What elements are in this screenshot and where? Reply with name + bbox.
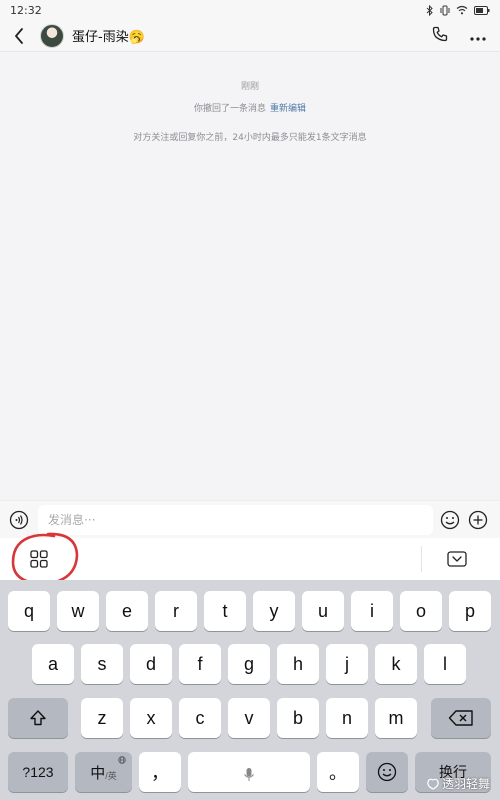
- avatar[interactable]: [40, 23, 64, 48]
- watermark-text: 透羽轻舞: [441, 777, 490, 791]
- key-o[interactable]: o: [400, 591, 442, 631]
- key-z[interactable]: z: [81, 698, 123, 738]
- plus-button[interactable]: [467, 509, 489, 531]
- smiley-icon: [377, 762, 397, 782]
- key-b[interactable]: b: [277, 698, 319, 738]
- key-y[interactable]: y: [253, 591, 295, 631]
- key-g[interactable]: g: [228, 644, 270, 684]
- key-l[interactable]: l: [424, 644, 466, 684]
- globe-icon: [118, 756, 126, 764]
- battery-icon: [474, 5, 490, 15]
- key-v[interactable]: v: [228, 698, 270, 738]
- chat-header: 蛋仔-雨染🥱: [0, 20, 500, 52]
- space-key[interactable]: [188, 752, 310, 792]
- shift-key[interactable]: [8, 698, 68, 738]
- message-limit-notice: 对方关注或回复你之前，24小时内最多只能发1条文字消息: [133, 133, 367, 143]
- numbers-key[interactable]: ?123: [8, 752, 68, 792]
- status-icons: [426, 4, 490, 16]
- recall-notice: 你撤回了一条消息 重新编辑: [0, 101, 500, 114]
- phone-icon: [432, 26, 448, 41]
- more-options-button[interactable]: [470, 26, 486, 45]
- voice-button[interactable]: [8, 509, 30, 531]
- message-timestamp: 刚刚: [240, 82, 259, 92]
- voice-icon: [9, 510, 29, 529]
- key-f[interactable]: f: [179, 644, 221, 684]
- keyboard-toolbar: [0, 538, 500, 580]
- message-input[interactable]: [38, 504, 433, 535]
- wifi-icon: [456, 5, 468, 15]
- status-bar: 12:32: [0, 0, 500, 20]
- key-q[interactable]: q: [8, 591, 50, 631]
- watermark: 透羽轻舞: [426, 775, 490, 792]
- language-switch-key[interactable]: 中/英: [75, 752, 132, 792]
- hide-keyboard-button[interactable]: [446, 548, 468, 570]
- key-w[interactable]: w: [57, 591, 99, 631]
- toolbar-divider: [421, 546, 422, 572]
- plus-icon: [468, 510, 488, 529]
- key-k[interactable]: k: [375, 644, 417, 684]
- period-key[interactable]: 。: [317, 752, 359, 792]
- key-i[interactable]: i: [351, 591, 393, 631]
- message-list: 刚刚 你撤回了一条消息 重新编辑 对方关注或回复你之前，24小时内最多只能发1条文…: [0, 52, 500, 500]
- call-button[interactable]: [432, 26, 448, 46]
- key-a[interactable]: a: [32, 644, 74, 684]
- input-bar: [0, 500, 500, 538]
- apps-grid-button[interactable]: [28, 548, 50, 570]
- chevron-left-icon: [15, 27, 23, 44]
- microphone-icon: [244, 768, 254, 781]
- key-t[interactable]: t: [204, 591, 246, 631]
- status-time: 12:32: [10, 3, 42, 17]
- shift-icon: [30, 710, 46, 726]
- backspace-key[interactable]: [431, 698, 491, 738]
- keyboard: q w e r t y u i o p a s d f g h j k l z …: [0, 580, 500, 800]
- key-x[interactable]: x: [130, 698, 172, 738]
- smiley-icon: [440, 510, 460, 529]
- lang-key-sub: /英: [105, 770, 117, 781]
- watermark-logo-icon: [427, 778, 439, 790]
- comma-key[interactable]: ，: [139, 752, 181, 792]
- keyboard-collapse-icon: [447, 551, 467, 567]
- key-s[interactable]: s: [81, 644, 123, 684]
- key-e[interactable]: e: [106, 591, 148, 631]
- key-r[interactable]: r: [155, 591, 197, 631]
- key-p[interactable]: p: [449, 591, 491, 631]
- key-d[interactable]: d: [130, 644, 172, 684]
- key-j[interactable]: j: [326, 644, 368, 684]
- bluetooth-icon: [426, 4, 433, 16]
- re-edit-link[interactable]: 重新编辑: [270, 104, 306, 114]
- key-h[interactable]: h: [277, 644, 319, 684]
- key-u[interactable]: u: [302, 591, 344, 631]
- emoji-key[interactable]: [366, 752, 408, 792]
- emoji-button[interactable]: [439, 509, 461, 531]
- grid-icon: [30, 550, 48, 568]
- lang-key-main: 中: [90, 764, 106, 782]
- backspace-icon: [448, 710, 473, 726]
- more-dots-icon: [470, 37, 486, 41]
- key-c[interactable]: c: [179, 698, 221, 738]
- recall-text: 你撤回了一条消息: [193, 104, 266, 114]
- key-n[interactable]: n: [326, 698, 368, 738]
- key-m[interactable]: m: [375, 698, 417, 738]
- contact-name[interactable]: 蛋仔-雨染🥱: [72, 26, 145, 45]
- back-button[interactable]: [10, 24, 28, 48]
- vibrate-icon: [440, 5, 450, 15]
